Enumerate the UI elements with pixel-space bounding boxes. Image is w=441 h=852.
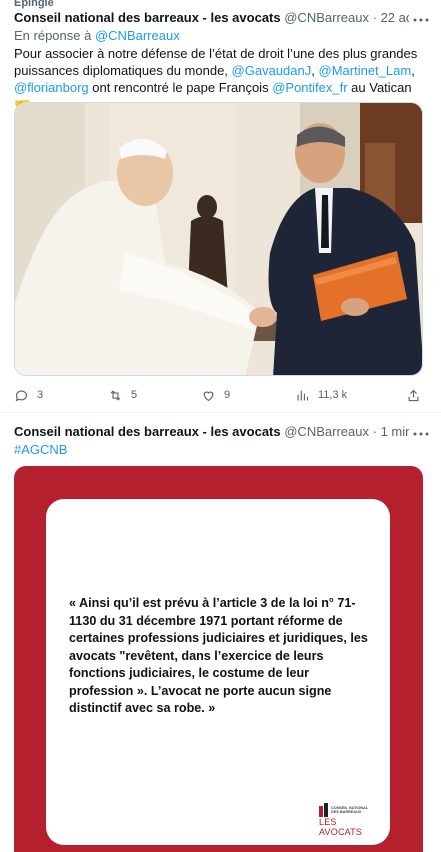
like-button[interactable]: 9 — [201, 386, 230, 404]
reply-prefix: En réponse à — [14, 28, 92, 43]
mention-link[interactable]: @GavaudanJ — [232, 63, 312, 78]
reply-count: 3 — [37, 389, 44, 401]
header-separator: · — [372, 424, 377, 439]
tweet-photo[interactable] — [14, 102, 423, 376]
tweet-header: Conseil national des barreaux - les avoc… — [14, 424, 409, 439]
hashtag-link[interactable]: #AGCNB — [14, 442, 67, 457]
mention-link[interactable]: @Martinet_Lam — [319, 63, 412, 78]
header-separator: · — [372, 10, 377, 25]
logo-subtitle-line: DES BARREAUX — [331, 810, 362, 814]
mention-link[interactable]: @florianborg — [14, 80, 89, 95]
tweet-actions: 3 5 9 11,3 k — [14, 386, 424, 404]
tweet-time[interactable]: 22 août — [381, 10, 409, 25]
retweet-count: 5 — [131, 389, 138, 401]
retweet-button[interactable]: 5 — [108, 386, 137, 404]
author-handle[interactable]: @CNBarreaux — [284, 424, 369, 439]
quote-text: « Ainsi qu’il est prévu à l’article 3 de… — [69, 596, 368, 715]
cnb-logo-mark-icon — [319, 803, 328, 817]
quote-card-panel: « Ainsi qu’il est prévu à l’article 3 de… — [46, 499, 390, 845]
share-button[interactable] — [406, 386, 429, 404]
tweet-header: Conseil national des barreaux - les avoc… — [14, 10, 409, 25]
mention-link[interactable]: @Pontifex_fr — [272, 80, 347, 95]
views-icon — [297, 390, 309, 400]
tweet-text: #AGCNB — [14, 441, 424, 458]
reply-mention[interactable]: @CNBarreaux — [95, 28, 180, 43]
author-handle[interactable]: @CNBarreaux — [284, 10, 369, 25]
cnb-logo: CONSEIL NATIONAL DES BARREAUX LES AVOCAT… — [319, 803, 379, 837]
share-icon — [408, 389, 419, 401]
author-name[interactable]: Conseil national des barreaux - les avoc… — [14, 424, 281, 439]
tweet-text-part: ont rencontré le pape François — [92, 80, 269, 95]
pinned-label: Épinglé — [14, 0, 54, 9]
like-count: 9 — [224, 389, 231, 401]
reply-button[interactable]: 3 — [14, 386, 43, 404]
retweet-icon — [110, 389, 121, 401]
views-button[interactable]: 11,3 k — [295, 386, 347, 404]
views-count: 11,3 k — [318, 389, 348, 401]
logo-subtitle: CONSEIL NATIONAL DES BARREAUX — [331, 806, 368, 814]
quote-card-image[interactable]: « Ainsi qu’il est prévu à l’article 3 de… — [14, 466, 423, 852]
tweet-pinned[interactable]: Épinglé Conseil national des barreaux - … — [0, 0, 441, 412]
tweet-time[interactable]: 1 min — [381, 424, 409, 439]
reply-context: En réponse à @CNBarreaux — [14, 28, 180, 43]
more-icon[interactable] — [413, 14, 429, 30]
text-separator: , — [311, 63, 315, 78]
heart-icon — [203, 391, 214, 401]
text-separator: , — [411, 63, 415, 78]
reply-icon — [15, 390, 28, 402]
photo-illustration — [15, 103, 422, 375]
logo-title: LES AVOCATS — [319, 817, 363, 837]
author-name[interactable]: Conseil national des barreaux - les avoc… — [14, 10, 281, 25]
